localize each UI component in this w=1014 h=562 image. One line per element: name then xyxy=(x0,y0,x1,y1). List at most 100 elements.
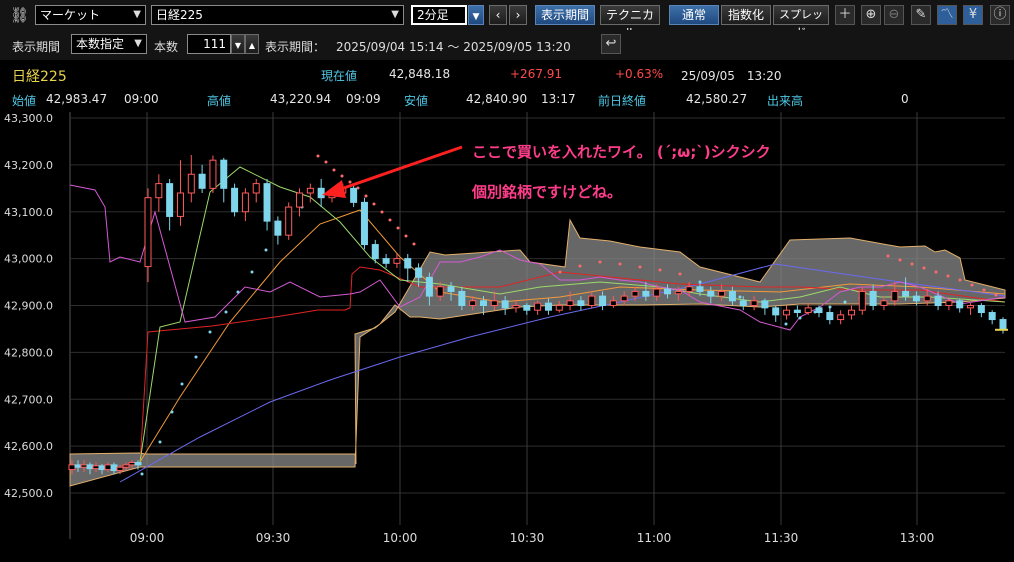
candle-body xyxy=(599,295,607,306)
candle-body xyxy=(772,307,780,316)
candle-body xyxy=(891,290,899,302)
candle-body xyxy=(104,464,112,471)
chevron-left-icon: ‹ xyxy=(495,8,501,22)
sar-dot xyxy=(982,288,986,292)
x-axis-labels: 09:00 09:30 10:00 10:30 11:00 11:30 13:00 xyxy=(130,531,935,545)
open-time: 09:00 xyxy=(124,92,159,106)
y-tick-label: 43,000.0 xyxy=(4,253,53,266)
candle-body xyxy=(144,197,152,268)
range-value: 2025/09/04 15:14 ～ 2025/09/05 13:20 xyxy=(336,40,571,54)
interval-select[interactable]: 2分足 xyxy=(411,5,467,25)
pencil-icon[interactable]: ✎ xyxy=(911,5,931,25)
chart-line-icon[interactable]: 〽 xyxy=(937,5,957,25)
sar-dot xyxy=(396,226,400,230)
spread-button[interactable]: スプレッド xyxy=(773,5,829,39)
candle-body xyxy=(880,300,888,306)
count-value: 111 xyxy=(203,37,226,51)
candle-body xyxy=(512,305,520,309)
count-down-button[interactable]: ▼ xyxy=(231,34,245,54)
info-icon[interactable]: ⓘ xyxy=(990,5,1010,25)
sar-dot xyxy=(180,382,184,386)
candle-body xyxy=(847,309,855,316)
candle-body xyxy=(231,187,239,213)
chevron-down-icon: ▼ xyxy=(134,38,142,49)
prev-close-label: 前日終値 xyxy=(598,94,647,108)
technical-button[interactable]: テクニカル xyxy=(600,5,660,40)
candle-body xyxy=(577,300,585,306)
sar-dot xyxy=(784,322,788,326)
interval-dropdown-button[interactable]: ▼ xyxy=(468,5,484,25)
candle-body xyxy=(544,302,552,311)
count-label: 本数 xyxy=(154,40,179,54)
sar-dot xyxy=(738,295,742,299)
candle-body xyxy=(523,305,531,311)
chevron-right-icon: › xyxy=(515,8,521,22)
sar-dot xyxy=(558,270,562,274)
index-button[interactable]: 指数化 xyxy=(721,5,771,25)
yen-icon[interactable]: ¥ xyxy=(963,5,983,25)
symbol-select[interactable]: 日経225 ▼ xyxy=(151,5,404,25)
zoom-in-icon[interactable]: ⊕ xyxy=(861,5,881,25)
chevron-up-icon: ▲ xyxy=(248,41,256,50)
candle-body xyxy=(685,286,693,292)
x-tick-label: 11:30 xyxy=(764,531,799,545)
candle-body xyxy=(869,290,877,306)
sar-dot xyxy=(578,264,582,268)
period-mode-select[interactable]: 本数指定 ▼ xyxy=(71,34,147,54)
x-tick-label: 09:30 xyxy=(256,531,291,545)
return-icon[interactable]: ↩ xyxy=(601,34,621,54)
prev-close-value: 42,580.27 xyxy=(686,92,748,106)
count-up-button[interactable]: ▲ xyxy=(245,34,259,54)
y-tick-label: 42,600.0 xyxy=(4,440,53,453)
low-value: 42,840.90 xyxy=(466,92,528,106)
price-chart[interactable]: 43,300.0 43,200.0 43,100.0 43,000.0 42,900.0… xyxy=(0,112,1014,562)
period-label: 表示期間 xyxy=(12,40,61,54)
sar-dot xyxy=(638,265,642,269)
candle-body xyxy=(122,464,130,468)
candle-body xyxy=(360,201,368,246)
annotation-line2: 個別銘柄ですけどね。 xyxy=(471,183,622,201)
chevron-down-icon: ▼ xyxy=(234,41,242,50)
y-tick-label: 42,500.0 xyxy=(4,487,53,500)
zoom-out-icon[interactable]: ⊖ xyxy=(884,5,904,25)
candle-body xyxy=(209,159,217,189)
link-icon[interactable]: ⛓ xyxy=(10,6,29,24)
normal-button[interactable]: 通常 xyxy=(669,5,719,25)
x-tick-label: 10:00 xyxy=(383,531,418,545)
crosshair-icon[interactable]: ＋ xyxy=(835,5,855,25)
count-input[interactable]: 111 xyxy=(187,34,231,54)
sar-dot xyxy=(380,210,384,214)
current-label: 現在値 xyxy=(321,69,358,83)
candle-body xyxy=(501,300,509,309)
sar-dot xyxy=(618,262,622,266)
candle-body xyxy=(534,302,542,311)
range-label: 表示期間： xyxy=(265,40,326,54)
candle-body xyxy=(945,300,953,306)
next-button[interactable]: › xyxy=(509,5,527,25)
candle-body xyxy=(480,300,488,306)
sar-dot xyxy=(348,180,352,184)
sar-dot xyxy=(994,293,998,297)
prev-button[interactable]: ‹ xyxy=(489,5,507,25)
market-select[interactable]: マーケット ▼ xyxy=(35,5,146,25)
candle-body xyxy=(415,267,423,278)
high-label: 高値 xyxy=(207,94,232,108)
candle-body xyxy=(588,295,596,306)
symbol-name: 日経225 xyxy=(12,69,67,85)
period-button[interactable]: 表示期間 xyxy=(535,5,595,25)
candle-body xyxy=(707,290,715,297)
candle-body xyxy=(696,286,704,292)
sar-dot xyxy=(194,355,198,359)
sar-dot xyxy=(364,194,368,198)
candle-body xyxy=(826,312,834,321)
open-value: 42,983.47 xyxy=(46,92,108,106)
sar-dot xyxy=(922,266,926,270)
candle-body xyxy=(620,295,628,302)
sar-dot xyxy=(316,154,320,158)
y-tick-label: 43,300.0 xyxy=(4,112,53,125)
candle-body xyxy=(241,192,249,213)
candle-body xyxy=(128,462,136,466)
symbol-select-value: 日経225 xyxy=(156,8,203,22)
candle-body xyxy=(458,290,466,306)
candle-body xyxy=(220,159,228,189)
